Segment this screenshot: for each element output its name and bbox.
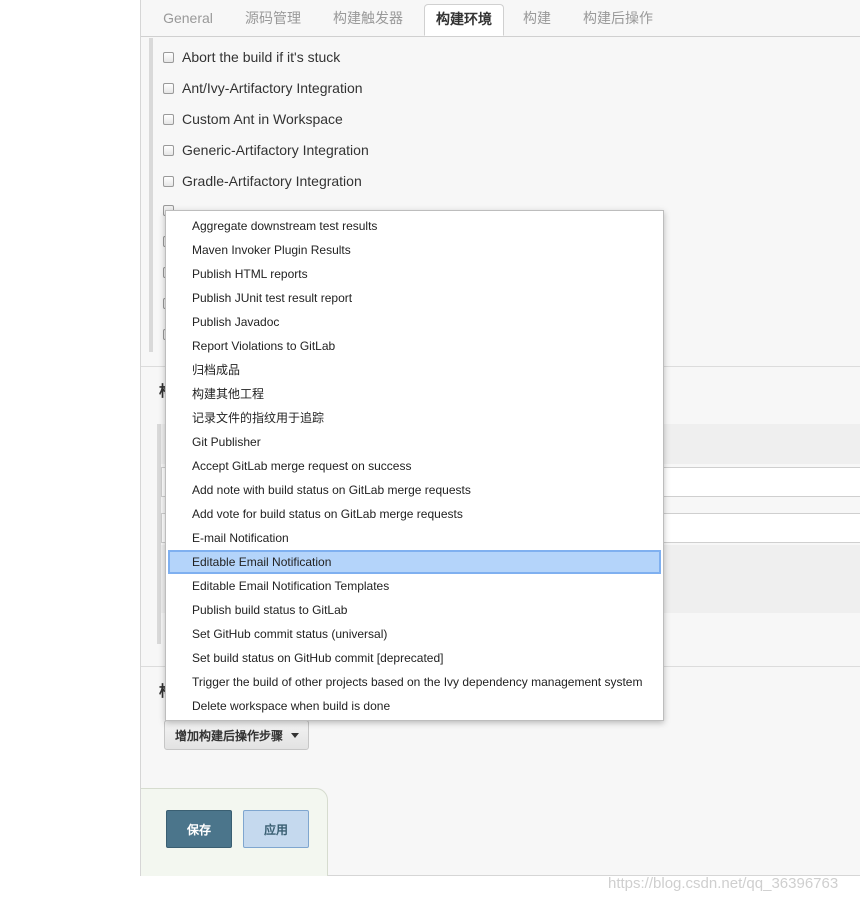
- tab-general[interactable]: General: [151, 4, 225, 36]
- dropdown-item[interactable]: Publish JUnit test result report: [168, 286, 661, 310]
- option-label: Generic-Artifactory Integration: [182, 142, 369, 158]
- checkbox-icon[interactable]: [163, 175, 174, 187]
- option-label: Gradle-Artifactory Integration: [182, 173, 362, 189]
- dropdown-item[interactable]: Maven Invoker Plugin Results: [168, 238, 661, 262]
- option-label: Abort the build if it's stuck: [182, 49, 341, 65]
- dropdown-item[interactable]: 构建其他工程: [168, 382, 661, 406]
- option-ant-ivy-artifactory[interactable]: Ant/Ivy-Artifactory Integration: [163, 78, 363, 98]
- dropdown-item[interactable]: Delete workspace when build is done: [168, 694, 661, 718]
- checkbox-icon[interactable]: [163, 144, 174, 156]
- option-gradle-artifactory[interactable]: Gradle-Artifactory Integration: [163, 171, 362, 191]
- checkbox-icon[interactable]: [163, 51, 174, 63]
- dropdown-item[interactable]: Git Publisher: [168, 430, 661, 454]
- apply-button[interactable]: 应用: [243, 810, 309, 848]
- add-post-build-step-button[interactable]: 增加构建后操作步骤: [164, 720, 309, 750]
- section-rail: [149, 38, 153, 352]
- watermark: https://blog.csdn.net/qq_36396763: [608, 875, 839, 892]
- config-tabbar: General 源码管理 构建触发器 构建环境 构建 构建后操作: [141, 0, 860, 37]
- dropdown-item[interactable]: Publish HTML reports: [168, 262, 661, 286]
- option-abort-stuck[interactable]: Abort the build if it's stuck: [163, 47, 340, 67]
- dropdown-item[interactable]: 归档成品: [168, 358, 661, 382]
- dropdown-item[interactable]: Accept GitLab merge request on success: [168, 454, 661, 478]
- add-post-build-step-label: 增加构建后操作步骤: [175, 728, 284, 743]
- dropdown-item[interactable]: Trigger the build of other projects base…: [168, 670, 661, 694]
- tab-source-management[interactable]: 源码管理: [233, 4, 313, 36]
- dropdown-item[interactable]: Editable Email Notification: [168, 550, 661, 574]
- dropdown-item[interactable]: Editable Email Notification Templates: [168, 574, 661, 598]
- dropdown-item[interactable]: Publish build status to GitLab: [168, 598, 661, 622]
- option-label: Ant/Ivy-Artifactory Integration: [182, 80, 363, 96]
- dropdown-item[interactable]: Set GitHub commit status (universal): [168, 622, 661, 646]
- dropdown-item[interactable]: Add note with build status on GitLab mer…: [168, 478, 661, 502]
- save-button[interactable]: 保存: [166, 810, 232, 848]
- dropdown-item[interactable]: Set build status on GitHub commit [depre…: [168, 646, 661, 670]
- tab-post-build-actions[interactable]: 构建后操作: [571, 4, 665, 36]
- bottom-button-bar: 保存 应用: [141, 788, 328, 876]
- dropdown-item[interactable]: Add vote for build status on GitLab merg…: [168, 502, 661, 526]
- option-generic-artifactory[interactable]: Generic-Artifactory Integration: [163, 140, 369, 160]
- tab-build[interactable]: 构建: [511, 4, 563, 36]
- dropdown-item[interactable]: Publish Javadoc: [168, 310, 661, 334]
- tab-build-environment[interactable]: 构建环境: [424, 4, 504, 36]
- post-build-dropdown-menu: Aggregate downstream test results Maven I…: [165, 210, 664, 721]
- option-custom-ant[interactable]: Custom Ant in Workspace: [163, 109, 343, 129]
- tab-build-triggers[interactable]: 构建触发器: [321, 4, 415, 36]
- dropdown-item[interactable]: E-mail Notification: [168, 526, 661, 550]
- checkbox-icon[interactable]: [163, 113, 174, 125]
- dropdown-item[interactable]: 记录文件的指纹用于追踪: [168, 406, 661, 430]
- option-label: Custom Ant in Workspace: [182, 111, 343, 127]
- dropdown-item[interactable]: Aggregate downstream test results: [168, 214, 661, 238]
- chevron-down-icon: [291, 732, 300, 738]
- checkbox-icon[interactable]: [163, 82, 174, 94]
- dropdown-item[interactable]: Report Violations to GitLab: [168, 334, 661, 358]
